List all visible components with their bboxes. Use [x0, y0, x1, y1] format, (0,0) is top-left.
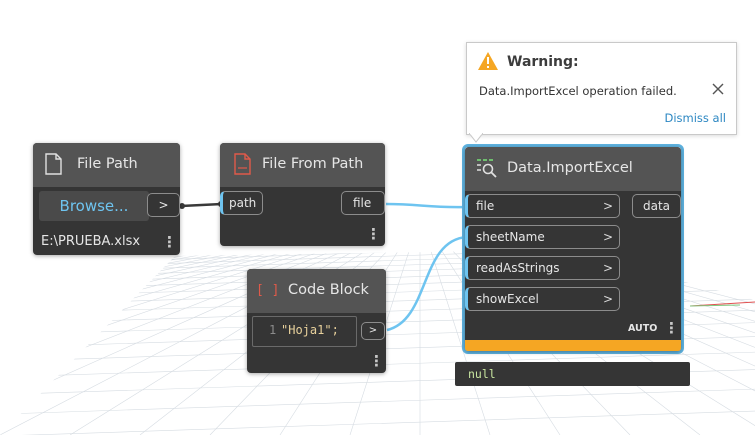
- node-title: Data.ImportExcel: [507, 160, 633, 176]
- node-menu-icon[interactable]: ⋮: [366, 227, 381, 242]
- port-label: sheetName: [476, 230, 545, 244]
- input-port-sheetname[interactable]: sheetName >: [465, 225, 620, 249]
- port-label: readAsStrings: [476, 261, 560, 275]
- chevron-right-icon: >: [602, 261, 613, 275]
- output-port[interactable]: >: [361, 322, 385, 340]
- file-path-node[interactable]: File Path Browse... > E:\PRUEBA.xlsx ⋮: [33, 143, 180, 255]
- lacing-label[interactable]: AUTO: [628, 323, 657, 334]
- preview-bubble: null: [455, 362, 690, 386]
- connector-filepath-to-path: [180, 202, 223, 208]
- code-block-icon: [ ]: [256, 283, 280, 298]
- code-text[interactable]: "Hoja1";: [281, 323, 339, 337]
- input-port-file[interactable]: file >: [465, 194, 620, 218]
- connector-file-to-file: [385, 202, 468, 209]
- chevron-right-icon: >: [602, 199, 613, 213]
- warning-popup: Warning: Data.ImportExcel operation fail…: [466, 42, 737, 135]
- port-label: file: [476, 199, 495, 213]
- node-menu-icon[interactable]: ⋮: [369, 354, 384, 369]
- input-port-path[interactable]: path: [220, 191, 263, 215]
- output-port[interactable]: >: [147, 193, 180, 217]
- warning-message: Data.ImportExcel operation failed.: [479, 84, 677, 98]
- output-arrow: >: [368, 325, 378, 336]
- import-excel-icon: [477, 159, 497, 178]
- node-title: File Path: [77, 156, 138, 172]
- port-label: file: [353, 196, 372, 210]
- node-title: Code Block: [288, 282, 369, 298]
- input-port-readasstrings[interactable]: readAsStrings >: [465, 256, 620, 280]
- output-port-file[interactable]: file: [341, 191, 385, 215]
- output-arrow: >: [158, 198, 169, 212]
- browse-button[interactable]: Browse...: [39, 191, 149, 221]
- warning-icon: [478, 52, 498, 70]
- dismiss-all-link[interactable]: Dismiss all: [664, 111, 726, 125]
- line-number: 1: [269, 323, 277, 337]
- preview-value: null: [468, 367, 496, 381]
- import-excel-node[interactable]: Data.ImportExcel file > sheetName > read…: [465, 147, 681, 351]
- input-port-showexcel[interactable]: showExcel >: [465, 287, 620, 311]
- file-icon: [234, 153, 251, 175]
- code-block-node[interactable]: [ ] Code Block 1 "Hoja1"; > ⋮: [247, 269, 386, 373]
- warning-status-bar: [465, 340, 681, 351]
- warning-pointer: [469, 133, 483, 143]
- node-menu-icon[interactable]: ⋮: [664, 321, 679, 336]
- file-icon: [45, 153, 62, 175]
- port-label: showExcel: [476, 292, 539, 306]
- port-label: path: [229, 196, 257, 210]
- port-label: data: [643, 199, 671, 213]
- file-path-value: E:\PRUEBA.xlsx: [41, 234, 141, 249]
- warning-title: Warning:: [507, 54, 579, 70]
- close-icon[interactable]: [711, 82, 725, 96]
- chevron-right-icon: >: [602, 230, 613, 244]
- output-port-data[interactable]: data: [632, 194, 681, 218]
- file-from-path-node[interactable]: File From Path path file ⋮: [220, 143, 385, 246]
- chevron-right-icon: >: [602, 292, 613, 306]
- node-menu-icon[interactable]: ⋮: [162, 235, 177, 250]
- code-editor[interactable]: 1 "Hoja1";: [252, 316, 357, 347]
- browse-label: Browse...: [59, 197, 129, 215]
- node-title: File From Path: [262, 156, 364, 172]
